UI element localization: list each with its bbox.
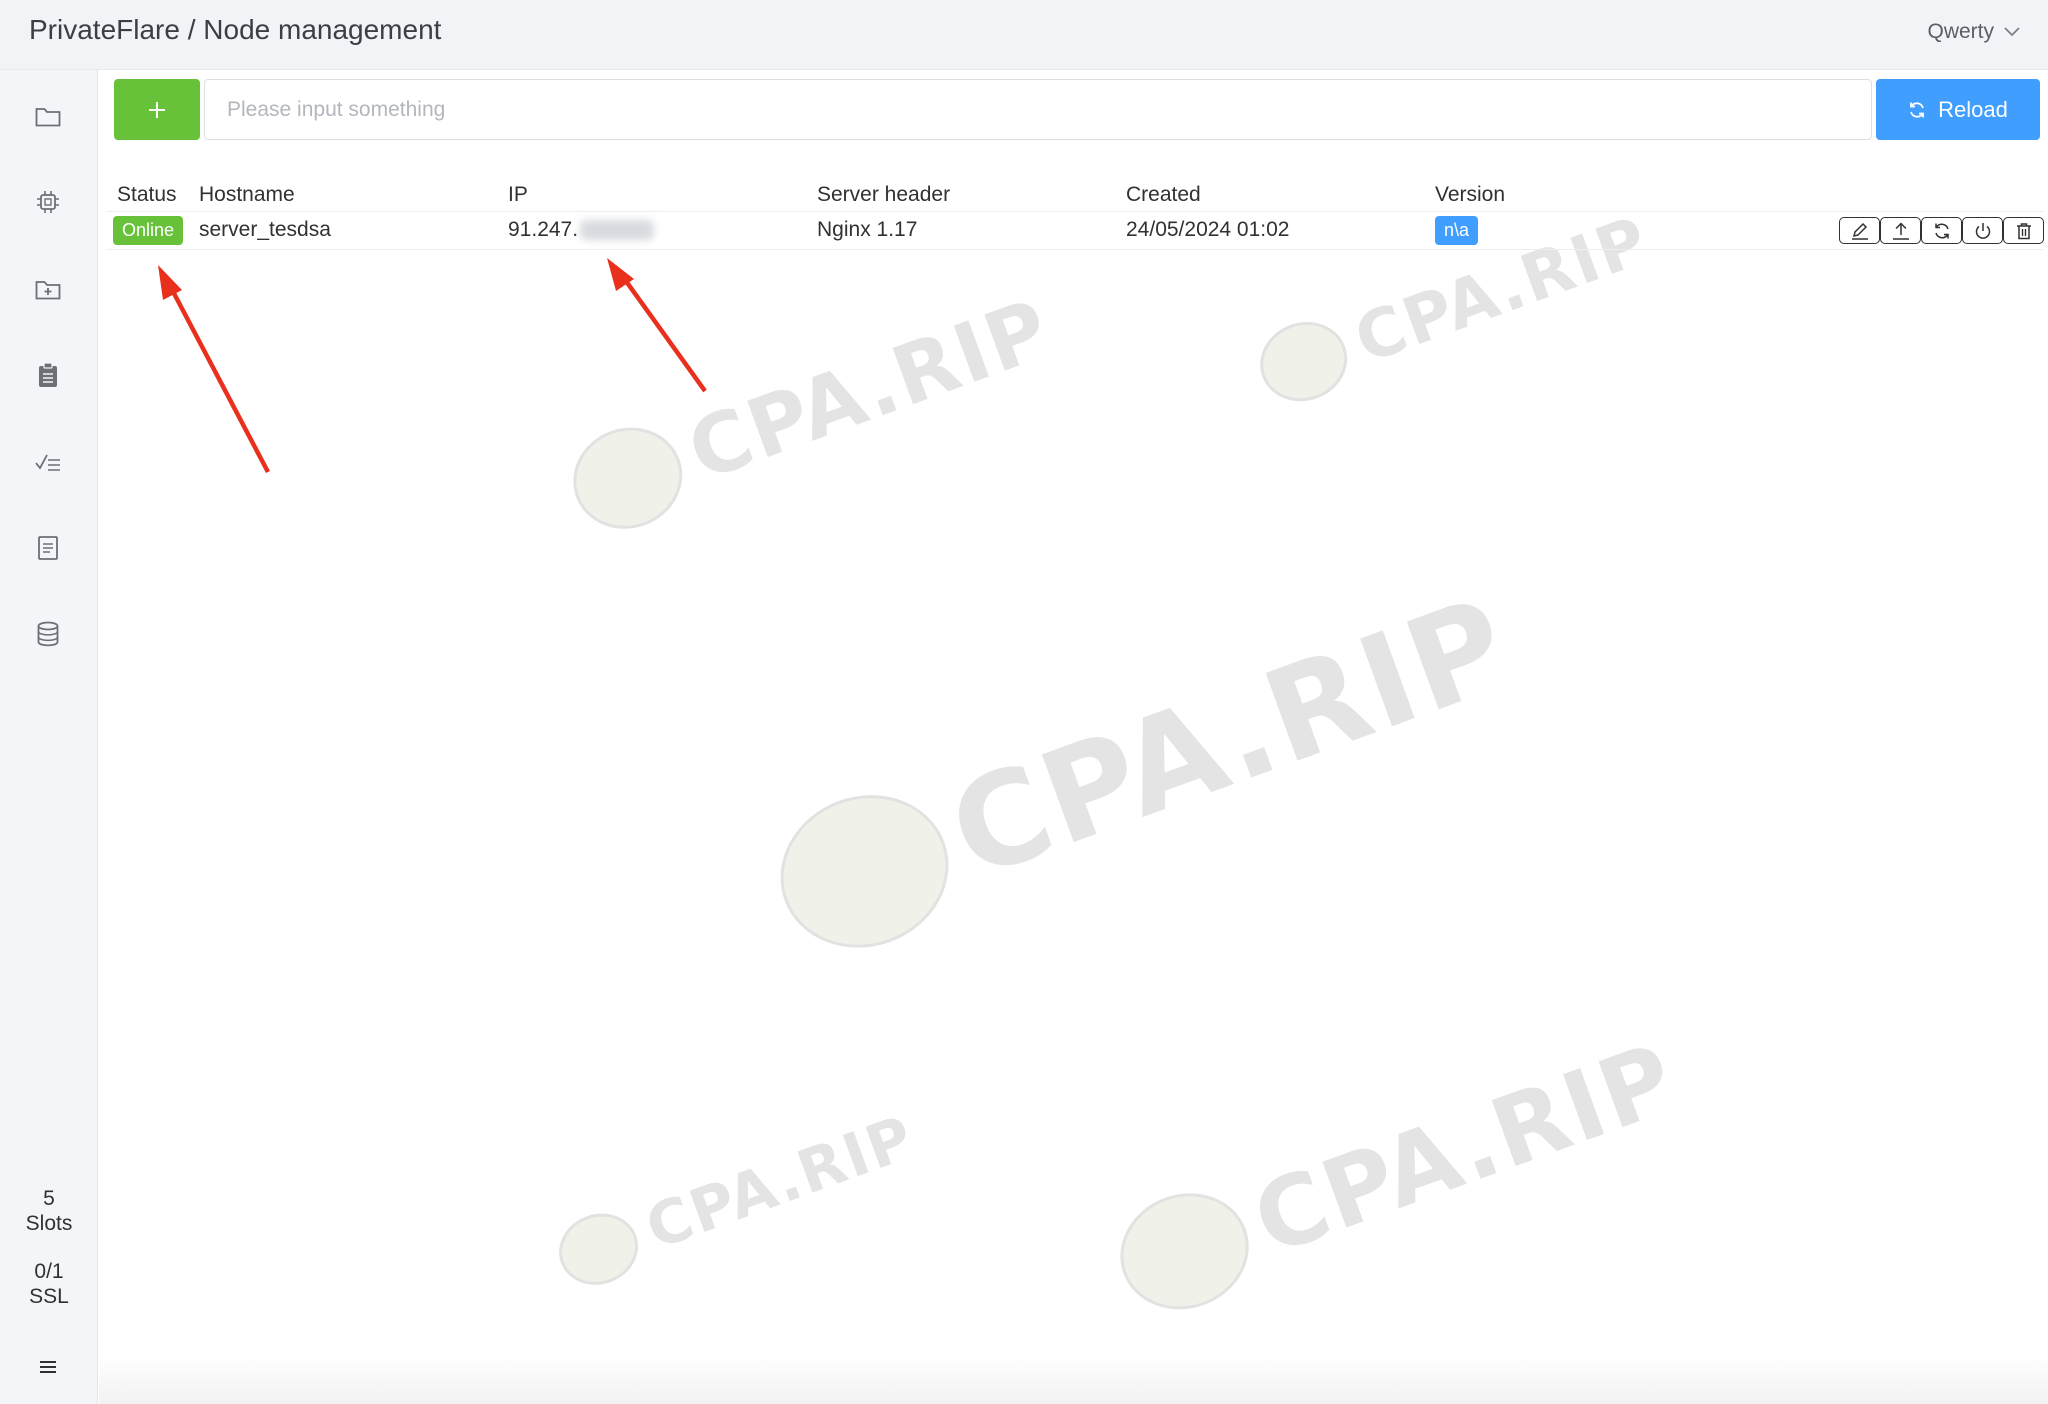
- arrow-to-status: [158, 265, 270, 474]
- annotation-arrows: [158, 258, 707, 474]
- bottom-shadow: [99, 1352, 2048, 1404]
- arrow-to-ip: [607, 258, 707, 393]
